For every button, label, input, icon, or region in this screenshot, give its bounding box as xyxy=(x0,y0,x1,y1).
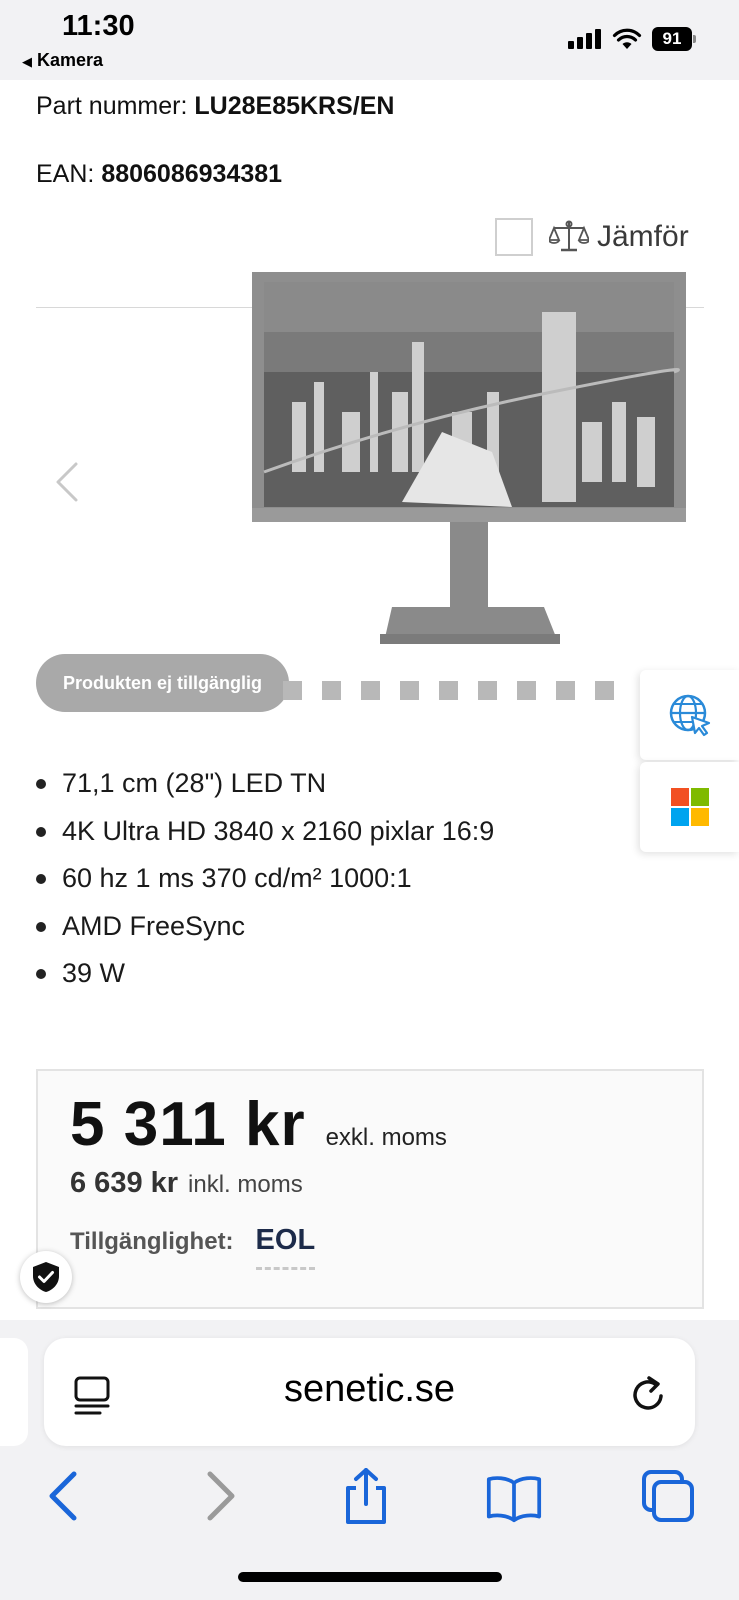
part-number-value: LU28E85KRS/EN xyxy=(194,92,395,120)
home-indicator[interactable] xyxy=(238,1572,502,1582)
price-excl-vat: 5 311 kr xyxy=(70,1090,306,1159)
carousel-dot[interactable] xyxy=(283,681,302,700)
availability-label: Tillgänglighet: xyxy=(70,1228,234,1255)
tabs-icon[interactable] xyxy=(640,1468,696,1524)
availability-value[interactable]: EOL xyxy=(255,1224,316,1270)
feature-item: 4K Ultra HD 3840 x 2160 pixlar 16:9 xyxy=(36,814,494,862)
previous-tab-edge[interactable] xyxy=(0,1338,28,1446)
feature-list: 71,1 cm (28") LED TN 4K Ultra HD 3840 x … xyxy=(36,766,494,1004)
price-box: 5 311 kr exkl. moms 6 639 kr inkl. moms … xyxy=(36,1069,704,1309)
share-icon[interactable] xyxy=(338,1468,394,1524)
security-shield-button[interactable] xyxy=(20,1251,72,1303)
price-excl-row: 5 311 kr exkl. moms xyxy=(70,1089,447,1160)
wifi-icon xyxy=(612,28,642,49)
battery-level: 91 xyxy=(652,27,692,51)
carousel-dot[interactable] xyxy=(400,681,419,700)
status-bar: 11:30 ◀ Kamera 91 xyxy=(0,0,739,80)
feature-item: 60 hz 1 ms 370 cd/m² 1000:1 xyxy=(36,861,494,909)
compare-control[interactable]: Jämför xyxy=(495,217,689,257)
globe-cursor-icon xyxy=(669,694,710,737)
cellular-signal-icon xyxy=(568,27,604,49)
product-unavailable-badge: Produkten ej tillgänglig xyxy=(36,654,289,712)
compare-label: Jämför xyxy=(597,220,689,253)
carousel-dot[interactable] xyxy=(595,681,614,700)
back-triangle-icon: ◀ xyxy=(22,54,32,69)
ean-label: EAN: xyxy=(36,160,95,188)
product-image-monitor[interactable] xyxy=(252,272,686,644)
carousel-dot[interactable] xyxy=(439,681,458,700)
ean-value: 8806086934381 xyxy=(101,160,283,188)
microsoft-button[interactable] xyxy=(640,762,739,852)
price-incl-row: 6 639 kr inkl. moms xyxy=(70,1167,303,1200)
compare-checkbox[interactable] xyxy=(495,218,533,256)
microsoft-logo-icon xyxy=(670,788,709,826)
forward-arrow-icon[interactable] xyxy=(188,1468,244,1524)
carousel-dot[interactable] xyxy=(322,681,341,700)
back-arrow-icon[interactable] xyxy=(40,1468,96,1524)
feature-item: 39 W xyxy=(36,956,494,1004)
carousel-dot[interactable] xyxy=(556,681,575,700)
shield-check-icon xyxy=(33,1262,59,1292)
balance-scale-icon xyxy=(549,220,589,252)
carousel-pagination[interactable] xyxy=(283,681,634,701)
address-bar[interactable]: senetic.se xyxy=(44,1338,695,1446)
carousel-dot[interactable] xyxy=(361,681,380,700)
incl-vat-label: inkl. moms xyxy=(188,1171,303,1198)
status-time: 11:30 xyxy=(62,10,135,42)
carousel-dot[interactable] xyxy=(478,681,497,700)
feature-item: AMD FreeSync xyxy=(36,909,494,957)
excl-vat-label: exkl. moms xyxy=(325,1124,447,1151)
url-text[interactable]: senetic.se xyxy=(44,1368,695,1411)
translate-button[interactable] xyxy=(640,670,739,760)
browser-bottom-bar: senetic.se xyxy=(0,1320,739,1600)
part-number-label: Part nummer: xyxy=(36,92,188,120)
ean-line: EAN: 8806086934381 xyxy=(36,160,282,189)
battery-icon: 91 xyxy=(652,27,696,51)
reload-icon[interactable] xyxy=(629,1372,669,1416)
price-incl-vat: 6 639 kr xyxy=(70,1167,179,1199)
bookmarks-icon[interactable] xyxy=(486,1468,542,1524)
part-number-line: Part nummer: LU28E85KRS/EN xyxy=(36,92,394,121)
carousel-dot[interactable] xyxy=(517,681,536,700)
back-to-app-link[interactable]: ◀ Kamera xyxy=(22,50,103,71)
back-app-label: Kamera xyxy=(37,50,104,70)
availability-row: Tillgänglighet: EOL xyxy=(70,1224,316,1270)
carousel-prev-arrow-icon[interactable] xyxy=(54,460,80,504)
feature-item: 71,1 cm (28") LED TN xyxy=(36,766,494,814)
